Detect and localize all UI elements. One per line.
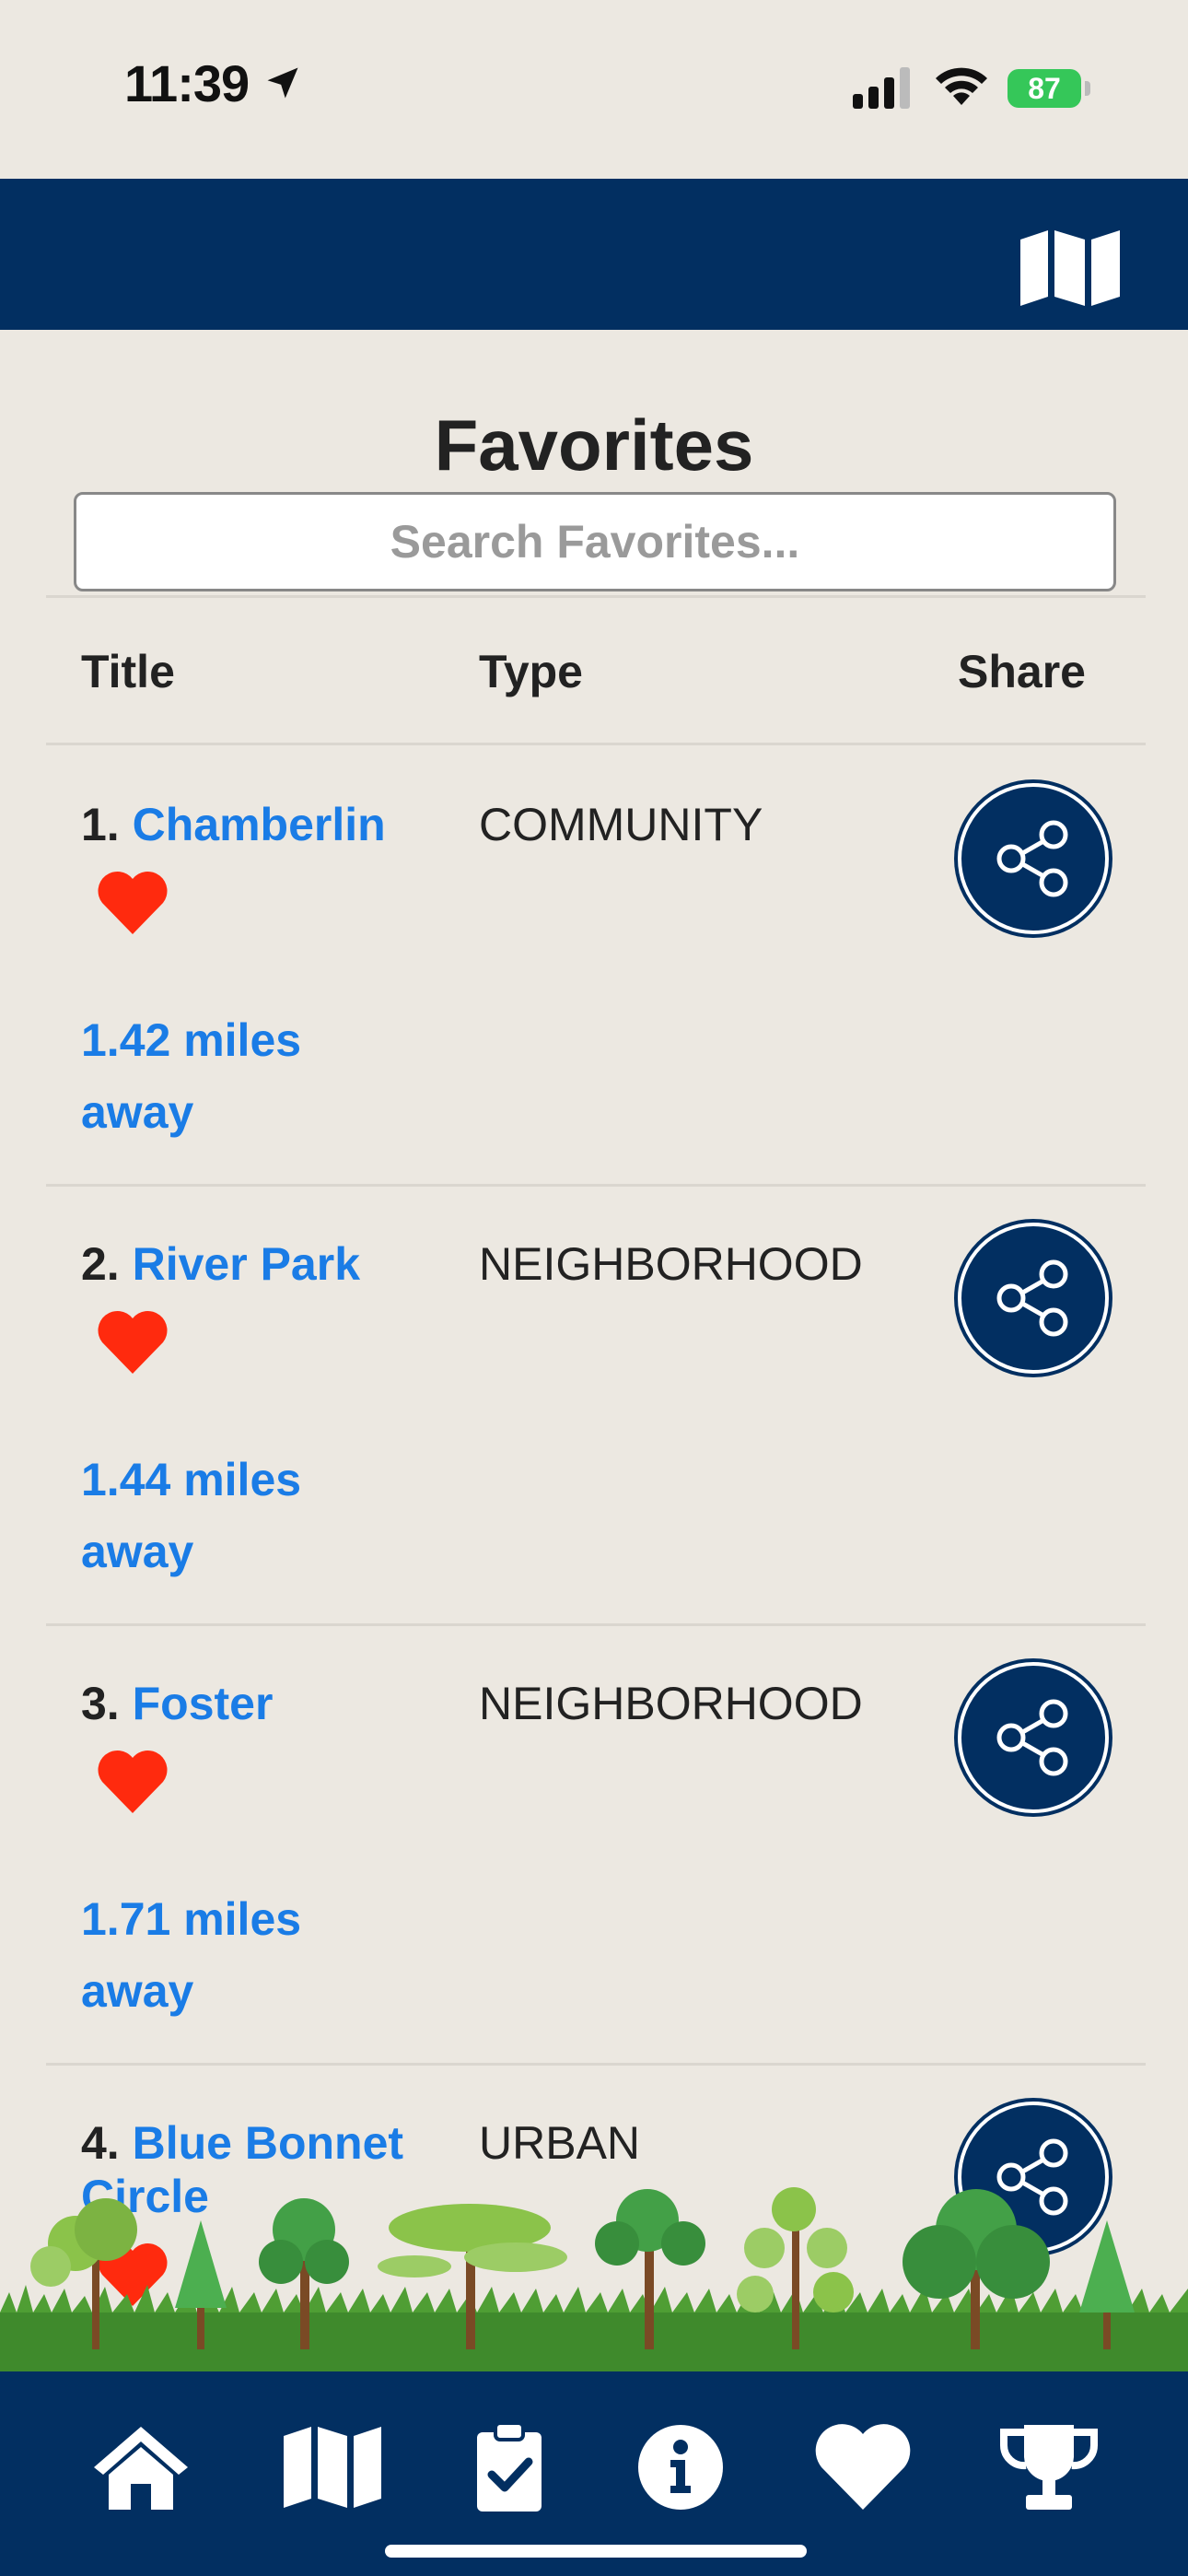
clipboard-check-icon[interactable]	[459, 2421, 560, 2513]
trophy-icon[interactable]	[998, 2421, 1100, 2513]
home-indicator	[385, 2545, 807, 2558]
place-link[interactable]: Foster	[133, 1678, 274, 1729]
share-icon	[996, 1699, 1068, 1776]
row-number: 1.	[81, 799, 120, 850]
column-header-share: Share	[958, 646, 1086, 697]
heart-icon[interactable]	[95, 1747, 170, 1815]
heart-icon[interactable]	[812, 2421, 914, 2513]
place-type: URBAN	[479, 2117, 641, 2169]
share-button[interactable]	[958, 1223, 1109, 1374]
search-input[interactable]	[74, 492, 1116, 591]
top-app-bar	[0, 179, 1188, 330]
distance-link[interactable]: 1.71 miles away	[81, 1883, 357, 2027]
table-row: 1. Chamberlin 1.42 miles away COMMUNITY	[0, 746, 1188, 1185]
place-link[interactable]: River Park	[133, 1238, 360, 1290]
table-row: 2. River Park 1.44 miles away NEIGHBORHO…	[0, 1186, 1188, 1624]
divider	[46, 595, 1146, 598]
column-header-title: Title	[81, 646, 175, 697]
map-icon[interactable]	[282, 2421, 383, 2513]
share-button[interactable]	[958, 783, 1109, 934]
distance-link[interactable]: 1.44 miles away	[81, 1444, 357, 1587]
place-type: NEIGHBORHOOD	[479, 1678, 863, 1729]
place-link[interactable]: Chamberlin	[133, 799, 386, 850]
share-button[interactable]	[958, 1662, 1109, 1813]
trees-illustration	[0, 2187, 1188, 2373]
cellular-signal-icon	[853, 67, 910, 109]
status-bar: 11:39 87	[0, 0, 1188, 179]
map-icon[interactable]	[1020, 230, 1120, 306]
column-header-type: Type	[479, 646, 583, 697]
battery-level: 87	[1007, 69, 1081, 108]
heart-icon[interactable]	[95, 1307, 170, 1376]
location-arrow-icon	[267, 67, 298, 99]
table-row: 3. Foster 1.71 miles away NEIGHBORHOOD	[0, 1625, 1188, 2064]
row-number: 2.	[81, 1238, 120, 1290]
home-icon[interactable]	[90, 2421, 192, 2513]
row-number: 3.	[81, 1678, 120, 1729]
wifi-icon	[936, 67, 987, 105]
place-type: NEIGHBORHOOD	[479, 1238, 863, 1290]
page-title: Favorites	[434, 404, 754, 486]
status-time: 11:39	[124, 54, 250, 112]
info-icon[interactable]	[630, 2421, 731, 2513]
divider	[46, 743, 1146, 745]
battery-indicator: 87	[1007, 69, 1090, 108]
share-icon	[996, 1259, 1068, 1337]
share-icon	[996, 820, 1068, 897]
distance-link[interactable]: 1.42 miles away	[81, 1004, 357, 1148]
heart-icon[interactable]	[95, 868, 170, 936]
place-type: COMMUNITY	[479, 799, 763, 850]
row-number: 4.	[81, 2117, 120, 2169]
